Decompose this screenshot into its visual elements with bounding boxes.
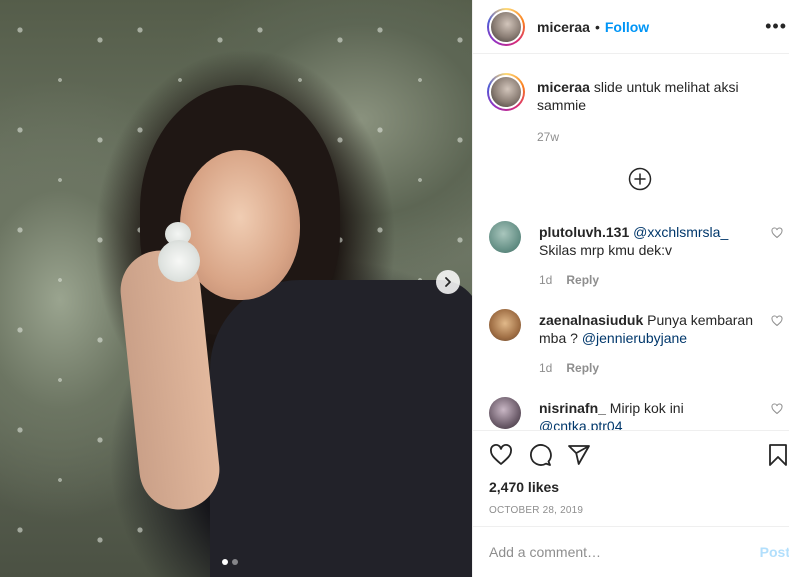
caption-username[interactable]: miceraa (537, 79, 590, 95)
comment-meta: 1d Reply (539, 359, 754, 377)
post-header: miceraa • Follow ••• (473, 0, 789, 54)
comment-time[interactable]: 1d (539, 271, 552, 289)
caption-body: miceraa slide untuk melihat aksi sammie … (537, 78, 774, 146)
comment-body: nisrinafn_ Mirip kok ini @cntka.ptr04 (539, 399, 754, 430)
heart-icon[interactable] (489, 443, 513, 467)
comment-body: zaenalnasiuduk Punya kembaran mba ? @jen… (539, 311, 754, 377)
photo-shirt (210, 280, 472, 577)
add-comment-bar: Post (473, 526, 789, 577)
follow-button[interactable]: Follow (605, 19, 649, 35)
comment-username[interactable]: nisrinafn_ (539, 400, 606, 416)
photo-flower (158, 240, 200, 282)
comment-like-heart-icon[interactable] (771, 403, 783, 415)
post-comment-button[interactable]: Post (760, 544, 789, 560)
post-sidebar: miceraa • Follow ••• miceraa slide untuk… (472, 0, 789, 577)
header-separator: • (594, 18, 600, 35)
author-username[interactable]: miceraa (537, 19, 590, 35)
comments-list[interactable]: miceraa slide untuk melihat aksi sammie … (473, 55, 789, 430)
comment-mention[interactable]: @xxchlsmrsla_ (633, 224, 728, 240)
comment-username[interactable]: plutoluvh.131 (539, 224, 629, 240)
more-options-icon[interactable]: ••• (765, 17, 787, 35)
chevron-right-icon (445, 277, 451, 287)
caption-timestamp[interactable]: 27w (537, 128, 774, 146)
comment-item: plutoluvh.131 @xxchlsmrsla_ Skilas mrp k… (489, 221, 789, 289)
comment-item: nisrinafn_ Mirip kok ini @cntka.ptr04 (489, 397, 789, 430)
comment-item: zaenalnasiuduk Punya kembaran mba ? @jen… (489, 309, 789, 377)
reply-button[interactable]: Reply (566, 359, 599, 377)
comment-mention[interactable]: @cntka.ptr04 (539, 418, 622, 430)
post-caption: miceraa slide untuk melihat aksi sammie … (473, 55, 789, 146)
comment-like-heart-icon[interactable] (771, 227, 783, 239)
carousel-indicator (222, 559, 238, 565)
reply-button[interactable]: Reply (566, 271, 599, 289)
carousel-dot-active (222, 559, 228, 565)
post-date[interactable]: OCTOBER 28, 2019 (473, 495, 789, 516)
comment-mention[interactable]: @jennierubyjane (582, 330, 687, 346)
comment-avatar[interactable] (489, 221, 521, 253)
paper-plane-icon[interactable] (567, 443, 591, 467)
comment-time[interactable]: 1d (539, 359, 552, 377)
bookmark-icon[interactable] (766, 443, 789, 467)
comment-like-heart-icon[interactable] (771, 315, 783, 327)
author-avatar[interactable] (487, 7, 525, 46)
comment-meta: 1d Reply (539, 271, 754, 289)
author-avatar-image (489, 9, 523, 44)
comment-avatar[interactable] (489, 309, 521, 341)
carousel-dot (232, 559, 238, 565)
post-actions: 2,470 likes OCTOBER 28, 2019 (473, 430, 789, 526)
comment-text: Skilas mrp kmu dek:v (539, 242, 673, 258)
caption-avatar[interactable] (487, 73, 525, 111)
action-icons (473, 431, 789, 467)
comment-body: plutoluvh.131 @xxchlsmrsla_ Skilas mrp k… (539, 223, 754, 289)
post-photo[interactable] (0, 0, 472, 577)
comment-avatar[interactable] (489, 397, 521, 429)
comment-username[interactable]: zaenalnasiuduk (539, 312, 643, 328)
plus-circle-icon[interactable] (628, 167, 652, 191)
carousel-next-button[interactable] (436, 270, 460, 294)
comment-text: Mirip kok ini (609, 400, 684, 416)
caption-avatar-image (489, 75, 523, 109)
add-comment-input[interactable] (489, 544, 749, 560)
likes-count[interactable]: 2,470 likes (473, 467, 789, 495)
comment-icon[interactable] (528, 443, 552, 467)
